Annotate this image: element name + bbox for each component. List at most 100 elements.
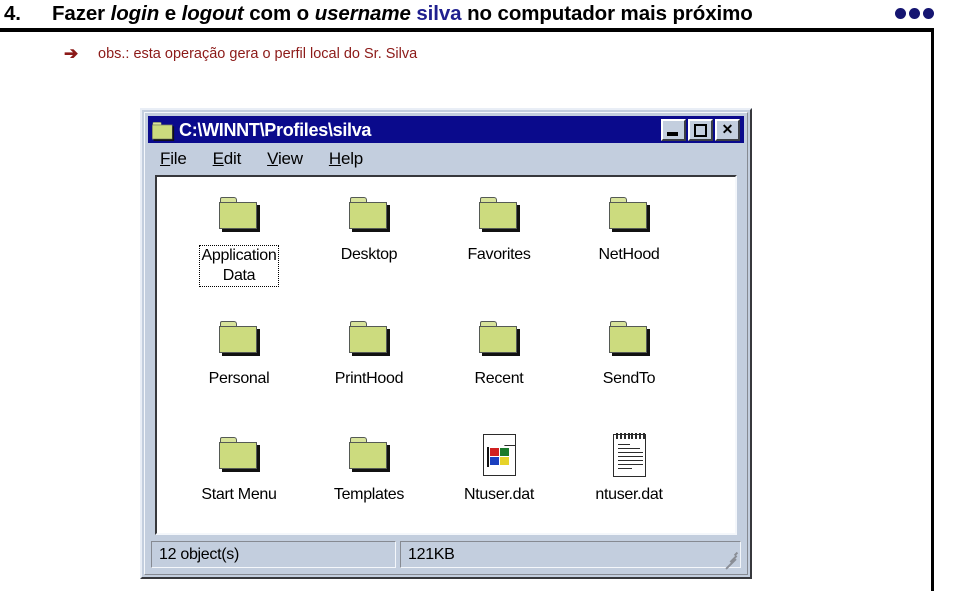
bullet-dot-icon [895, 8, 906, 19]
folder-icon [343, 431, 395, 481]
file-item-label: NetHood [598, 246, 660, 263]
folder-icon [219, 437, 260, 472]
menu-rest-file: ile [170, 149, 187, 168]
slide-number: 4. [4, 2, 21, 25]
folder-icon [473, 315, 525, 365]
page-title: 4. Fazer login e logout com o username si… [4, 2, 884, 28]
file-item[interactable]: Ntuser.dat [435, 431, 563, 505]
file-item-label: Desktop [340, 246, 398, 263]
file-item-label: Ntuser.dat [464, 486, 534, 503]
bullet-dot-icon [909, 8, 920, 19]
file-item-label-wrap: Recent [435, 369, 563, 389]
window-title-text: C:\WINNT\Profiles\silva [179, 119, 372, 140]
file-item[interactable]: Application Data [175, 191, 303, 287]
file-item[interactable]: Personal [175, 315, 303, 389]
title-segment-3: logout [181, 2, 244, 25]
file-item-label: Application Data [198, 245, 280, 287]
file-item[interactable]: Start Menu [175, 431, 303, 505]
menu-item-view[interactable]: View [267, 149, 303, 169]
status-size-text: 121KB [408, 545, 455, 563]
notepad-document-icon [613, 433, 646, 477]
folder-icon [603, 191, 655, 241]
slide-right-frame-line [931, 28, 934, 591]
menu-item-help[interactable]: Help [329, 149, 363, 169]
bullet-dot-icon [923, 8, 934, 19]
file-item-label-wrap: Personal [175, 369, 303, 389]
file-item[interactable]: SendTo [565, 315, 693, 389]
file-item[interactable]: PrintHood [305, 315, 433, 389]
title-username-highlight: silva [416, 2, 462, 25]
folder-icon [479, 321, 520, 356]
close-button[interactable]: ✕ [715, 118, 740, 141]
folder-icon [219, 197, 260, 232]
file-item-label: SendTo [602, 370, 656, 387]
file-item-label: ntuser.dat [595, 486, 663, 503]
file-item[interactable]: Favorites [435, 191, 563, 265]
file-item-label-wrap: Desktop [305, 245, 433, 265]
file-item-label-wrap: Application Data [175, 245, 303, 287]
open-folder-icon [152, 121, 175, 141]
folder-icon [603, 315, 655, 365]
menu-accel-edit: E [212, 149, 224, 168]
title-segment-2: e [159, 2, 182, 25]
icon-grid: Application Data Desktop Favorites NetHood P… [157, 177, 735, 533]
menu-rest-edit: dit [223, 149, 242, 168]
menu-item-file[interactable]: File [160, 149, 187, 169]
file-item[interactable]: Templates [305, 431, 433, 505]
folder-icon [473, 191, 525, 241]
file-item[interactable]: Recent [435, 315, 563, 389]
title-segment-4: com o [243, 2, 315, 25]
file-item-label-wrap: NetHood [565, 245, 693, 265]
file-item-label-wrap: SendTo [565, 369, 693, 389]
file-item[interactable]: NetHood [565, 191, 693, 265]
menu-item-edit[interactable]: Edit [213, 149, 242, 169]
folder-icon [213, 315, 265, 365]
note-text: obs.: esta operação gera o perfil local … [98, 46, 418, 62]
file-item-label-wrap: Favorites [435, 245, 563, 265]
title-segment-5: username [314, 2, 411, 25]
slide-header: 4. Fazer login e logout com o username si… [0, 0, 959, 29]
file-item-label-wrap: Ntuser.dat [435, 485, 563, 505]
menu-bar: File Edit View Help [148, 145, 744, 173]
folder-icon [213, 191, 265, 241]
windows-document-icon [473, 431, 525, 481]
status-bar: 12 object(s) 121KB [151, 541, 741, 570]
file-item[interactable]: Desktop [305, 191, 433, 265]
folder-icon [213, 431, 265, 481]
file-item-label: PrintHood [334, 370, 404, 387]
status-object-count: 12 object(s) [151, 541, 396, 568]
file-item-label: Personal [208, 370, 270, 387]
folder-icon [349, 321, 390, 356]
file-item[interactable]: ntuser.dat [565, 431, 693, 505]
folder-icon [343, 315, 395, 365]
menu-rest-help: elp [340, 149, 364, 168]
file-item-label-wrap: PrintHood [305, 369, 433, 389]
file-item-label-wrap: Templates [305, 485, 433, 505]
minimize-button[interactable] [661, 118, 686, 141]
title-segment-1: login [110, 2, 160, 25]
explorer-window: C:\WINNT\Profiles\silva ✕ File Edit View… [140, 108, 752, 579]
file-item-label: Recent [474, 370, 524, 387]
header-divider-rule [0, 28, 934, 32]
file-item-label-wrap: ntuser.dat [565, 485, 693, 505]
notepad-document-icon [603, 431, 655, 481]
folder-icon [609, 321, 650, 356]
arrow-right-icon: ➔ [64, 44, 79, 63]
menu-accel-file: F [160, 149, 171, 168]
window-title-bar[interactable]: C:\WINNT\Profiles\silva ✕ [148, 116, 744, 143]
resize-grip-icon[interactable] [722, 550, 739, 570]
file-item-label: Favorites [467, 246, 531, 263]
file-item-label: Start Menu [201, 486, 277, 503]
status-total-size: 121KB [400, 541, 741, 570]
file-list-area[interactable]: Application Data Desktop Favorites NetHood P… [155, 175, 737, 535]
maximize-button[interactable] [688, 118, 713, 141]
title-segment-8: no computador mais próximo [461, 2, 753, 25]
header-bullet-dots [895, 8, 955, 22]
menu-rest-view: iew [277, 149, 303, 168]
title-segment-0: Fazer [52, 2, 111, 25]
menu-accel-view: V [267, 149, 278, 168]
folder-icon [343, 191, 395, 241]
folder-icon [219, 321, 260, 356]
note-row: ➔ obs.: esta operação gera o perfil local… [64, 44, 417, 66]
file-item-label: Templates [333, 486, 405, 503]
